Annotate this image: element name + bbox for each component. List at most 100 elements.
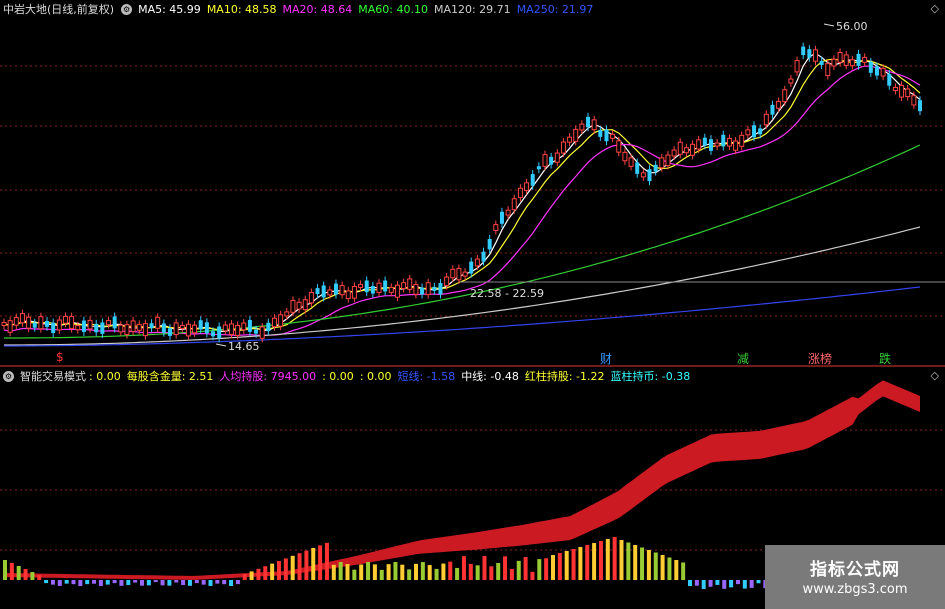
candle-body (469, 261, 474, 274)
histogram-bar (44, 580, 49, 584)
candle-body (622, 151, 628, 162)
candle-body (370, 285, 375, 294)
candle-body (51, 322, 56, 334)
candle-body (149, 323, 154, 329)
histogram-bar (722, 580, 727, 589)
histogram-bar (222, 580, 227, 585)
ma-legend-item-4: MA120: 29.71 (433, 2, 511, 16)
candle-body (38, 316, 44, 330)
histogram-bar (482, 556, 487, 580)
histogram-bar (640, 547, 645, 580)
candle-body (776, 100, 782, 109)
candle-body (179, 325, 185, 330)
watermark-url: www.zbgs3.com (802, 582, 908, 597)
high-price-label: 56.00 (836, 20, 868, 33)
histogram-bar (338, 562, 343, 580)
histogram-bar (544, 558, 549, 580)
candle-body (677, 141, 683, 155)
histogram-bar (133, 580, 138, 583)
candle-body (911, 95, 917, 106)
candle-body (444, 276, 450, 286)
histogram-bar (181, 580, 186, 586)
candle-body (745, 129, 751, 136)
chart-canvas[interactable]: 56.00 22.58 - 22.59 14.65 (0, 0, 945, 609)
candle-body (591, 119, 597, 131)
histogram-bar (167, 580, 172, 586)
ma-legend-bar: 中岩大地(日线,前复权) ⚙ MA5: 45.99 MA10: 48.58 MA20… (0, 0, 599, 18)
histogram-bar (3, 560, 7, 580)
indicator-legend-item-2: 人均持股: 7945.00 (219, 370, 317, 383)
ma-legend-item-5: MA250: 21.97 (516, 2, 594, 16)
histogram-bar (160, 580, 165, 586)
histogram-bar (715, 580, 720, 585)
candle-body (247, 319, 252, 332)
nav-up-icon[interactable]: ◇ (931, 2, 939, 15)
histogram-bar (78, 580, 83, 586)
candle-body (807, 49, 812, 58)
histogram-bar (304, 550, 309, 580)
histogram-bar (605, 539, 610, 580)
histogram-bar (174, 580, 179, 583)
histogram-bar (201, 580, 206, 585)
candle-body (536, 166, 541, 170)
candle-body (635, 162, 640, 174)
candle-body (849, 59, 855, 67)
candle-body (567, 136, 573, 143)
histogram-bar (352, 569, 357, 580)
high-price-pointer (823, 23, 835, 27)
gear-icon[interactable]: ⚙ (3, 370, 14, 382)
candle-body (235, 325, 241, 336)
candle-body (142, 323, 148, 337)
candle-body (721, 134, 726, 147)
candle-body (499, 211, 504, 224)
candle-body (733, 140, 739, 151)
candle-body (155, 316, 161, 329)
candle-body (511, 198, 517, 211)
histogram-bar (653, 552, 658, 580)
histogram-bar (50, 580, 55, 585)
histogram-bar (194, 580, 199, 584)
histogram-bar (646, 550, 651, 580)
candle-body (432, 286, 437, 291)
histogram-bar (735, 580, 740, 585)
histogram-bar (30, 572, 35, 580)
candle-body (739, 134, 745, 147)
nav-down-icon[interactable]: ◇ (931, 369, 939, 382)
candle-body (462, 271, 468, 277)
candlesticks (1, 42, 922, 343)
ma60-line (4, 144, 921, 339)
histogram-bar (578, 547, 583, 580)
candle-body (302, 299, 308, 311)
histogram-bar (756, 580, 761, 584)
event-marker-top-gainer[interactable]: 涨榜 (808, 350, 832, 367)
candle-body (640, 172, 646, 178)
histogram-bar (23, 569, 28, 580)
event-marker-dividend[interactable]: $ (56, 350, 64, 364)
histogram-bar (85, 580, 90, 585)
histogram-bar (694, 580, 699, 586)
histogram-bar (701, 580, 706, 589)
event-marker-finance[interactable]: 财 (600, 350, 612, 367)
histogram-bar (393, 562, 398, 580)
histogram-bar (345, 564, 350, 580)
histogram-bar (215, 580, 220, 584)
candle-body (610, 133, 616, 139)
indicator-legend-item-7: 红柱持股: -1.22 (524, 370, 605, 383)
candle-body (228, 323, 234, 335)
event-marker-drop[interactable]: 跌 (879, 350, 891, 367)
histogram-bar (633, 545, 638, 580)
ma-legend-item-2: MA20: 48.64 (282, 2, 353, 16)
candle-body (782, 89, 788, 103)
candle-body (843, 54, 849, 66)
indicator-legend-item-5: 短线: -1.58 (397, 370, 456, 383)
ma-legend-item-3: MA60: 40.10 (358, 2, 428, 16)
event-marker-reduce[interactable]: 减 (737, 350, 749, 367)
indicator-legend-item-4: : 0.00 (359, 370, 392, 383)
histogram-bar (270, 563, 275, 580)
histogram-bar (503, 556, 508, 580)
histogram-bar (140, 580, 144, 586)
candle-body (586, 116, 591, 128)
candle-body (628, 157, 634, 167)
gear-icon[interactable]: ⚙ (121, 3, 133, 15)
candle-body (198, 320, 203, 330)
